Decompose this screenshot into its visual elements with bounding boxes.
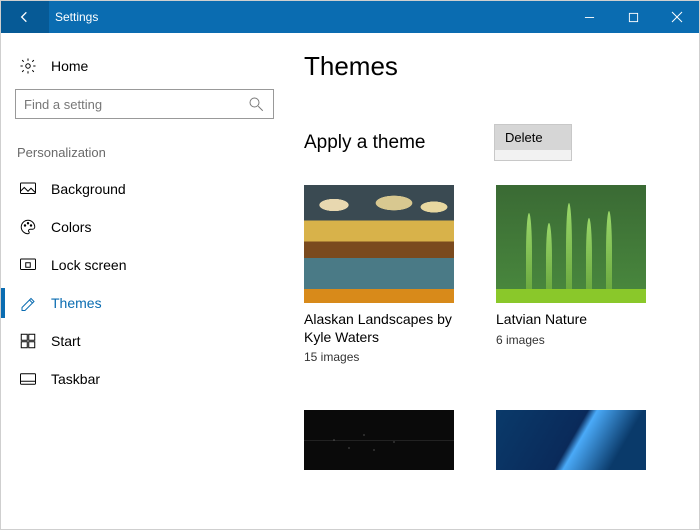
home-label: Home (51, 58, 88, 74)
theme-thumbnail (304, 185, 454, 303)
theme-count: 15 images (304, 350, 454, 364)
sidebar-item-label: Taskbar (51, 371, 100, 387)
sidebar-item-label: Start (51, 333, 81, 349)
section-label: Personalization (15, 145, 274, 160)
taskbar-icon (19, 370, 37, 388)
search-placeholder: Find a setting (24, 97, 247, 112)
page-title: Themes (304, 51, 699, 82)
minimize-button[interactable] (567, 1, 611, 33)
context-menu-delete[interactable]: Delete (495, 125, 571, 150)
theme-thumbnail[interactable] (304, 410, 454, 470)
sidebar-item-label: Themes (51, 295, 102, 311)
back-button[interactable] (1, 1, 49, 33)
theme-tile[interactable]: Alaskan Landscapes by Kyle Waters 15 ima… (304, 185, 454, 364)
theme-thumbnail[interactable] (496, 410, 646, 470)
theme-accent-strip (496, 289, 646, 303)
app-title: Settings (49, 10, 98, 24)
sidebar: Home Find a setting Personalization Back… (1, 33, 286, 529)
sidebar-item-colors[interactable]: Colors (15, 208, 274, 246)
context-menu: Delete (494, 124, 572, 161)
search-input[interactable]: Find a setting (15, 89, 274, 119)
theme-title: Latvian Nature (496, 311, 646, 329)
theme-count: 6 images (496, 333, 646, 347)
sidebar-item-label: Colors (51, 219, 91, 235)
background-icon (19, 180, 37, 198)
sidebar-item-start[interactable]: Start (15, 322, 274, 360)
theme-accent-strip (304, 289, 454, 303)
home-button[interactable]: Home (15, 51, 274, 89)
main-panel: Themes Apply a theme Delete Alaskan Land… (286, 33, 699, 529)
sidebar-item-background[interactable]: Background (15, 170, 274, 208)
sidebar-item-themes[interactable]: Themes (15, 284, 274, 322)
theme-thumbnail (496, 185, 646, 303)
sidebar-item-label: Background (51, 181, 126, 197)
apply-heading: Apply a theme (304, 132, 494, 154)
themes-icon (19, 294, 37, 312)
colors-icon (19, 218, 37, 236)
theme-tile[interactable]: Latvian Nature 6 images (496, 185, 646, 364)
close-button[interactable] (655, 1, 699, 33)
sidebar-item-taskbar[interactable]: Taskbar (15, 360, 274, 398)
gear-icon (19, 57, 37, 75)
sidebar-item-label: Lock screen (51, 257, 126, 273)
maximize-button[interactable] (611, 1, 655, 33)
lockscreen-icon (19, 256, 37, 274)
start-icon (19, 332, 37, 350)
search-icon (247, 95, 265, 113)
titlebar: Settings (1, 1, 699, 33)
context-menu-separator (495, 150, 571, 160)
sidebar-item-lockscreen[interactable]: Lock screen (15, 246, 274, 284)
theme-title: Alaskan Landscapes by Kyle Waters (304, 311, 454, 346)
